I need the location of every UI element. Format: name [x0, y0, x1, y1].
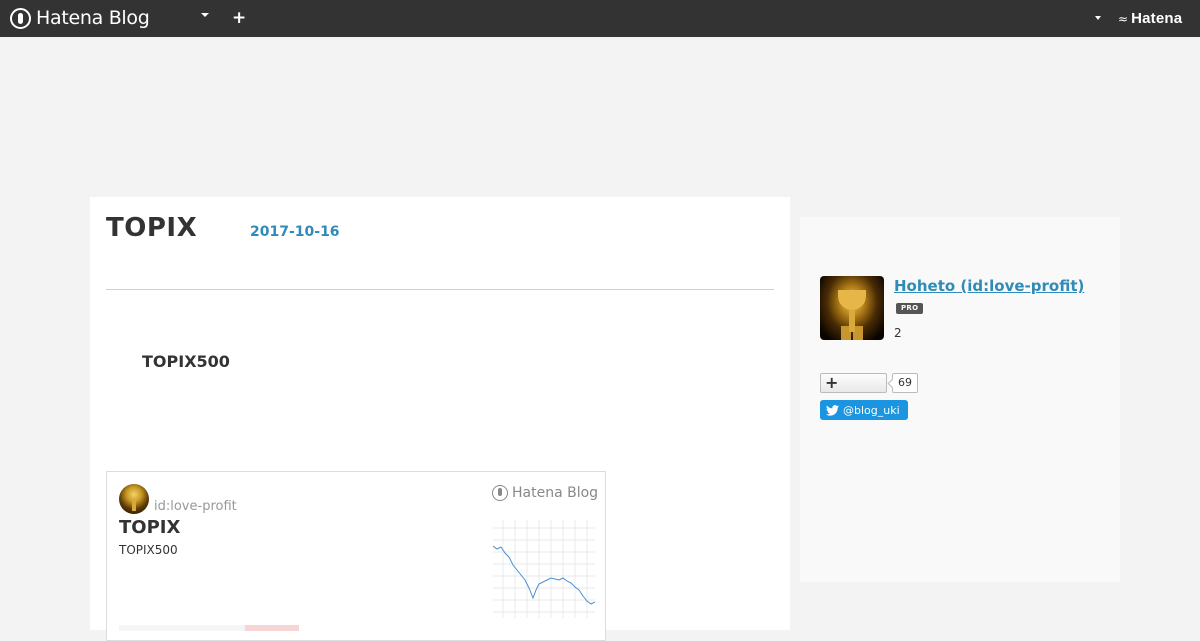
- global-header: Hatena Blog + ≈ Hatena: [0, 0, 1200, 37]
- hatena-blog-icon: [10, 7, 31, 29]
- account-caret-down-icon[interactable]: [1095, 16, 1101, 20]
- follow-button[interactable]: +: [820, 373, 887, 393]
- entry-heading: TOPIX500: [142, 352, 230, 371]
- card-brand: Hatena Blog: [492, 485, 598, 501]
- hatena-wind-icon: ≈: [1118, 11, 1129, 26]
- divider: [106, 289, 774, 290]
- sidebar-profile: Hoheto (id:love-profit) PRO 2 + 69 @blog…: [800, 217, 1120, 582]
- twitter-follow-button[interactable]: @blog_uki: [820, 400, 908, 420]
- plus-icon: +: [825, 373, 839, 392]
- twitter-bird-icon: [826, 404, 839, 416]
- embed-card[interactable]: id:love-profit TOPIX TOPIX500 Hatena Blo…: [106, 471, 606, 641]
- avatar: [119, 484, 149, 514]
- profile-count: 2: [894, 326, 902, 340]
- entry-title[interactable]: TOPIX: [106, 213, 197, 243]
- hatena-logo-text: Hatena: [1131, 10, 1183, 27]
- line-chart-thumbnail-icon: [493, 520, 595, 618]
- twitter-handle: @blog_uki: [843, 403, 900, 417]
- hatena-blog-icon: [492, 485, 508, 501]
- pro-badge: PRO: [896, 303, 924, 314]
- entry-date[interactable]: 2017-10-16: [250, 224, 340, 240]
- caret-down-icon[interactable]: [201, 13, 209, 17]
- main-entry: TOPIX 2017-10-16 TOPIX500 id:love-profit…: [90, 197, 790, 641]
- card-brand-text: Hatena Blog: [512, 485, 599, 501]
- card-footer: [119, 625, 299, 631]
- brand-text: Hatena Blog: [36, 7, 150, 29]
- hatena-blog-logo[interactable]: Hatena Blog: [10, 7, 150, 29]
- card-description: TOPIX500: [119, 543, 178, 557]
- follower-count: 69: [892, 373, 918, 393]
- profile-name-link[interactable]: Hoheto (id:love-profit): [894, 277, 1084, 295]
- add-button[interactable]: +: [232, 8, 246, 28]
- card-title[interactable]: TOPIX: [119, 517, 180, 538]
- card-user-id[interactable]: id:love-profit: [154, 499, 237, 514]
- profile-avatar[interactable]: [820, 276, 884, 340]
- hatena-logo[interactable]: ≈ Hatena: [1118, 10, 1182, 27]
